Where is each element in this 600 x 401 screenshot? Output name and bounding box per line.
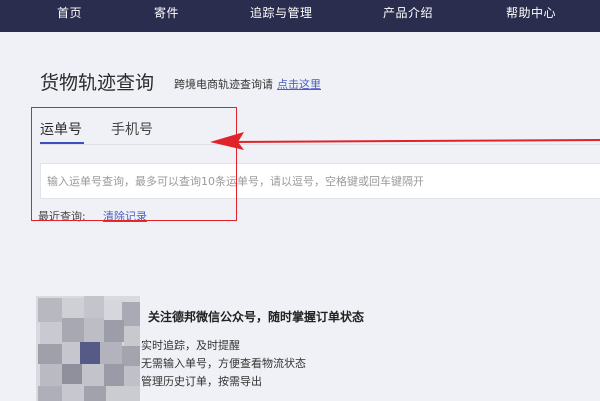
promo-line-realtime: 实时追踪，及时提醒	[141, 339, 240, 352]
promo-line-no-input: 无需输入单号，方便查看物流状态	[141, 357, 306, 370]
nav-item-tracking-management[interactable]: 追踪与管理	[250, 0, 313, 28]
top-nav: 首页 寄件 追踪与管理 产品介绍 帮助中心	[0, 0, 600, 32]
cross-border-note: 跨境电商轨迹查询请 点击这里	[174, 76, 321, 92]
cross-border-link[interactable]: 点击这里	[277, 78, 321, 91]
qr-code-blurred-icon	[36, 296, 140, 401]
promo-title: 关注德邦微信公众号，随时掌握订单状态	[148, 310, 365, 324]
promo-line-history: 管理历史订单，按需导出	[141, 375, 262, 388]
nav-item-help-center[interactable]: 帮助中心	[506, 0, 556, 28]
annotation-arrow-icon	[210, 132, 600, 150]
nav-item-products[interactable]: 产品介绍	[383, 0, 433, 28]
nav-item-home[interactable]: 首页	[57, 0, 82, 28]
nav-item-send[interactable]: 寄件	[154, 0, 179, 28]
page-title: 货物轨迹查询	[40, 72, 155, 94]
cross-border-text: 跨境电商轨迹查询请	[174, 78, 273, 91]
